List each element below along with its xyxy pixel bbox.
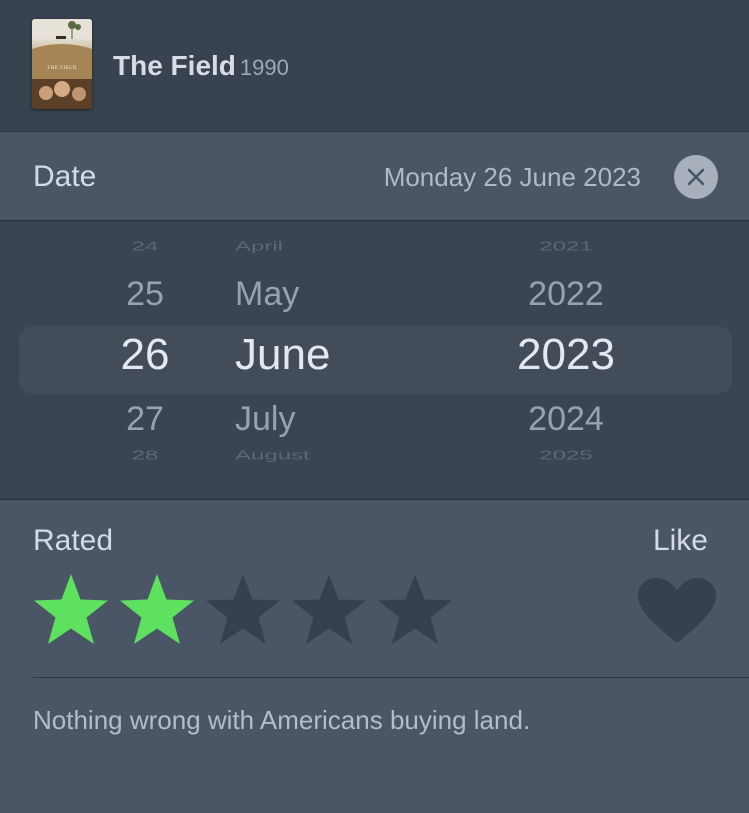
- film-header: THE FIELD The Field 1990: [0, 0, 749, 131]
- review-divider: [33, 677, 749, 678]
- date-row[interactable]: Date Monday 26 June 2023: [0, 132, 749, 220]
- day-option[interactable]: 26: [121, 333, 170, 377]
- year-option[interactable]: 2023: [517, 333, 615, 377]
- film-title: The Field: [113, 50, 236, 81]
- close-icon: [687, 168, 705, 186]
- filled-star-icon[interactable]: [32, 572, 110, 648]
- month-option[interactable]: April: [235, 240, 283, 253]
- film-title-block: The Field 1990: [113, 50, 289, 82]
- film-poster[interactable]: THE FIELD: [32, 19, 92, 109]
- day-option[interactable]: 24: [132, 240, 159, 253]
- rated-label: Rated: [33, 524, 114, 557]
- month-option[interactable]: June: [235, 333, 330, 377]
- rating-section: Rated Like Nothing wrong with Americans …: [0, 500, 749, 813]
- day-option[interactable]: 25: [126, 277, 164, 311]
- clear-date-button[interactable]: [674, 155, 718, 199]
- year-option[interactable]: 2021: [539, 240, 592, 253]
- heart-icon[interactable]: [636, 577, 718, 645]
- empty-star-icon[interactable]: [204, 572, 282, 648]
- poster-title: THE FIELD: [47, 66, 77, 71]
- poster-art: [32, 19, 92, 109]
- filled-star-icon[interactable]: [118, 572, 196, 648]
- date-value[interactable]: Monday 26 June 2023: [384, 162, 641, 193]
- month-option[interactable]: July: [235, 402, 295, 436]
- review-text[interactable]: Nothing wrong with Americans buying land…: [33, 705, 530, 736]
- day-option[interactable]: 27: [126, 402, 164, 436]
- empty-star-icon[interactable]: [376, 572, 454, 648]
- date-label: Date: [33, 160, 97, 193]
- year-option[interactable]: 2022: [528, 277, 604, 311]
- date-picker[interactable]: 24 25 26 27 28 April May June July August 2021 20…: [0, 221, 749, 499]
- month-option[interactable]: August: [235, 449, 310, 462]
- month-option[interactable]: May: [235, 277, 299, 311]
- like-label: Like: [652, 524, 708, 557]
- year-option[interactable]: 2025: [539, 449, 592, 462]
- empty-star-icon[interactable]: [290, 572, 368, 648]
- year-option[interactable]: 2024: [528, 402, 604, 436]
- film-year: 1990: [239, 55, 289, 80]
- day-option[interactable]: 28: [132, 449, 159, 462]
